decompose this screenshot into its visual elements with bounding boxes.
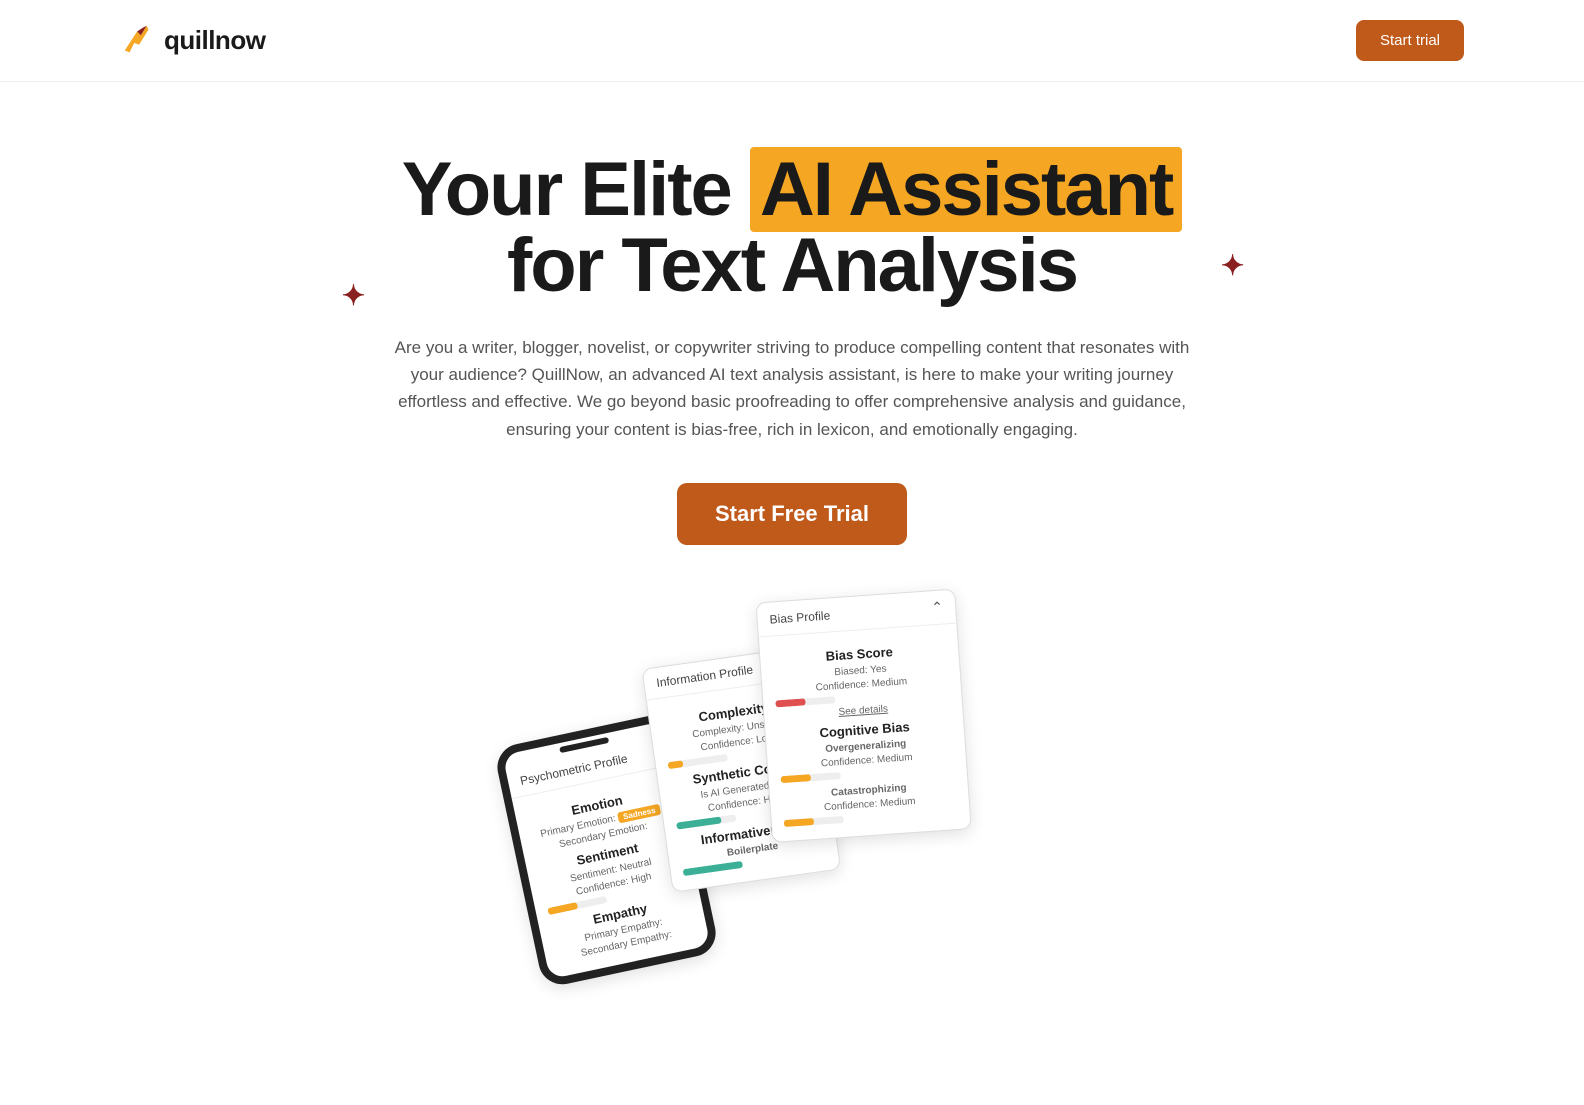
headline: ✦ Your Elite AI Assistant for Text Analy… — [402, 152, 1183, 304]
brand-name: quillnow — [164, 25, 265, 56]
progress-bar — [784, 816, 844, 827]
chevron-up-icon: ⌃ — [931, 598, 944, 616]
hero-section: ✦ Your Elite AI Assistant for Text Analy… — [0, 82, 1584, 1015]
progress-bar — [775, 696, 835, 707]
headline-post: for Text Analysis — [507, 223, 1077, 308]
quill-icon — [120, 22, 158, 60]
hero-subtext: Are you a writer, blogger, novelist, or … — [392, 334, 1192, 443]
card-body: Bias Score Biased: Yes Confidence: Mediu… — [759, 623, 971, 841]
headline-pre: Your Elite — [402, 147, 750, 232]
product-mockup: Psychometric Profile Emotion Primary Emo… — [542, 595, 1042, 975]
card-title: Information Profile — [656, 662, 754, 689]
star-icon: ✦ — [1221, 252, 1242, 280]
progress-bar — [781, 772, 841, 783]
header: quillnow Start trial — [0, 0, 1584, 82]
bias-profile-card: Bias Profile ⌃ Bias Score Biased: Yes Co… — [755, 588, 971, 842]
start-free-trial-button[interactable]: Start Free Trial — [677, 483, 907, 545]
card-title: Bias Profile — [769, 608, 831, 626]
start-trial-button[interactable]: Start trial — [1356, 20, 1464, 61]
star-icon: ✦ — [342, 282, 363, 310]
logo[interactable]: quillnow — [120, 22, 265, 60]
headline-highlight: AI Assistant — [750, 147, 1182, 232]
